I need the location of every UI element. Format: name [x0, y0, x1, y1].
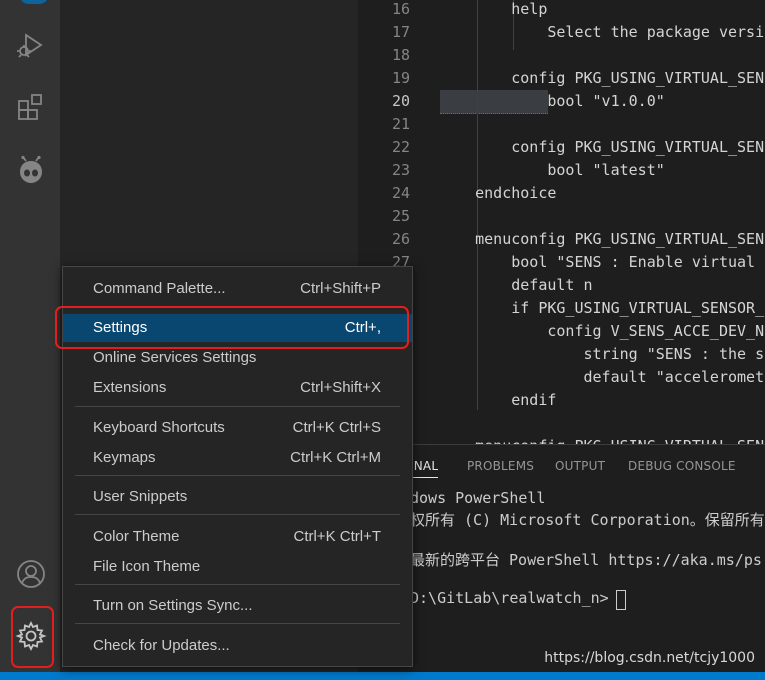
- menu-separator: [75, 514, 400, 515]
- watermark: https://blog.csdn.net/tcjy1000: [544, 650, 755, 666]
- line-number: 20: [391, 92, 410, 110]
- menu-item-label: Keyboard Shortcuts: [93, 419, 225, 436]
- menu-item-file-icon-theme[interactable]: File Icon Theme: [63, 553, 412, 581]
- menu-item-check-for-updates[interactable]: Check for Updates...: [63, 632, 412, 660]
- platformio-icon[interactable]: [14, 154, 48, 188]
- menu-item-shortcut: Ctrl+K Ctrl+S: [292, 419, 381, 436]
- menu-item-label: Online Services Settings: [93, 349, 257, 366]
- code-line: menuconfig PKG_USING_VIRTUAL_SEN: [439, 437, 764, 444]
- line-number: 22: [391, 138, 410, 156]
- code-line: endif: [439, 391, 557, 409]
- activity-bar: [0, 0, 61, 672]
- line-number: 17: [391, 23, 410, 41]
- line-number: 26: [391, 230, 410, 248]
- code-line: if PKG_USING_VIRTUAL_SENSOR_: [439, 299, 765, 317]
- line-number: 19: [391, 69, 410, 87]
- menu-item-keymaps[interactable]: Keymaps Ctrl+K Ctrl+M: [63, 444, 412, 472]
- code-line: menuconfig PKG_USING_VIRTUAL_SEN: [439, 230, 765, 248]
- menu-item-keyboard-shortcuts[interactable]: Keyboard Shortcuts Ctrl+K Ctrl+S: [63, 414, 412, 442]
- menu-item-shortcut: Ctrl+Shift+X: [300, 379, 381, 396]
- code-line: default n: [439, 276, 593, 294]
- terminal-cursor: [616, 590, 626, 610]
- menu-item-shortcut: Ctrl+Shift+P: [300, 280, 381, 297]
- menu-item-settings-sync[interactable]: Turn on Settings Sync...: [63, 592, 412, 620]
- line-number: 16: [391, 0, 410, 18]
- menu-item-shortcut: Ctrl+K Ctrl+T: [293, 528, 381, 545]
- code-line: string "SENS : the s: [439, 345, 765, 363]
- line-number: 24: [391, 184, 410, 202]
- code-line: Select the package versi: [439, 23, 765, 41]
- menu-item-label: Command Palette...: [93, 280, 226, 297]
- terminal-line: dows PowerShell: [410, 489, 546, 507]
- run-debug-icon[interactable]: [14, 28, 48, 62]
- highlight-box-settings: [55, 306, 409, 349]
- line-number: 21: [391, 115, 410, 133]
- code-editor[interactable]: 16 17 18 19 20 21 22 23 24 25 26 27 help Select the…: [358, 0, 765, 444]
- line-number: 18: [391, 46, 410, 64]
- menu-separator: [75, 406, 400, 407]
- code-line: config PKG_USING_VIRTUAL_SEN: [439, 69, 765, 87]
- highlight-box-gear: [11, 606, 54, 668]
- menu-separator: [75, 623, 400, 624]
- code-line: endchoice: [439, 184, 557, 202]
- menu-item-label: Extensions: [93, 379, 167, 396]
- extensions-icon[interactable]: [14, 90, 48, 124]
- code-line: config PKG_USING_VIRTUAL_SEN: [439, 138, 765, 156]
- line-number: 23: [391, 161, 410, 179]
- line-number: 25: [391, 207, 410, 225]
- code-line: bool "v1.0.0": [439, 92, 665, 110]
- menu-item-label: Keymaps: [93, 449, 156, 466]
- menu-item-command-palette[interactable]: Command Palette... Ctrl+Shift+P: [63, 275, 412, 303]
- terminal-line: 最新的跨平台 PowerShell https://aka.ms/ps: [410, 551, 762, 569]
- account-icon[interactable]: [14, 557, 48, 591]
- menu-item-label: User Snippets: [93, 488, 188, 505]
- menu-item-label: File Icon Theme: [93, 558, 201, 575]
- code-line: default "acceleromet: [439, 368, 765, 386]
- tab-terminal[interactable]: INAL: [410, 459, 439, 478]
- menu-item-extensions[interactable]: Extensions Ctrl+Shift+X: [63, 374, 412, 402]
- code-line: bool "SENS : Enable virtual: [439, 253, 756, 271]
- code-line: config V_SENS_ACCE_DEV_N: [439, 322, 765, 340]
- menu-item-label: Check for Updates...: [93, 637, 230, 654]
- menu-item-label: Turn on Settings Sync...: [93, 597, 253, 614]
- terminal-prompt[interactable]: D:\GitLab\realwatch_n>: [410, 589, 618, 607]
- status-bar: [0, 672, 765, 680]
- tab-output[interactable]: OUTPUT: [555, 459, 605, 473]
- tab-debug-console[interactable]: DEBUG CONSOLE: [628, 459, 736, 473]
- menu-item-color-theme[interactable]: Color Theme Ctrl+K Ctrl+T: [63, 523, 412, 551]
- tab-problems[interactable]: PROBLEMS: [467, 459, 534, 473]
- notification-badge: [19, 0, 49, 4]
- menu-item-shortcut: Ctrl+K Ctrl+M: [290, 449, 381, 466]
- terminal-line: 权所有 (C) Microsoft Corporation。保留所有: [410, 511, 765, 529]
- menu-separator: [75, 584, 400, 585]
- menu-item-user-snippets[interactable]: User Snippets: [63, 483, 412, 511]
- code-line: bool "latest": [439, 161, 665, 179]
- menu-separator: [75, 475, 400, 476]
- menu-item-label: Color Theme: [93, 528, 180, 545]
- code-line: help: [439, 0, 548, 18]
- bottom-panel: INAL PROBLEMS OUTPUT DEBUG CONSOLE dows …: [358, 444, 765, 673]
